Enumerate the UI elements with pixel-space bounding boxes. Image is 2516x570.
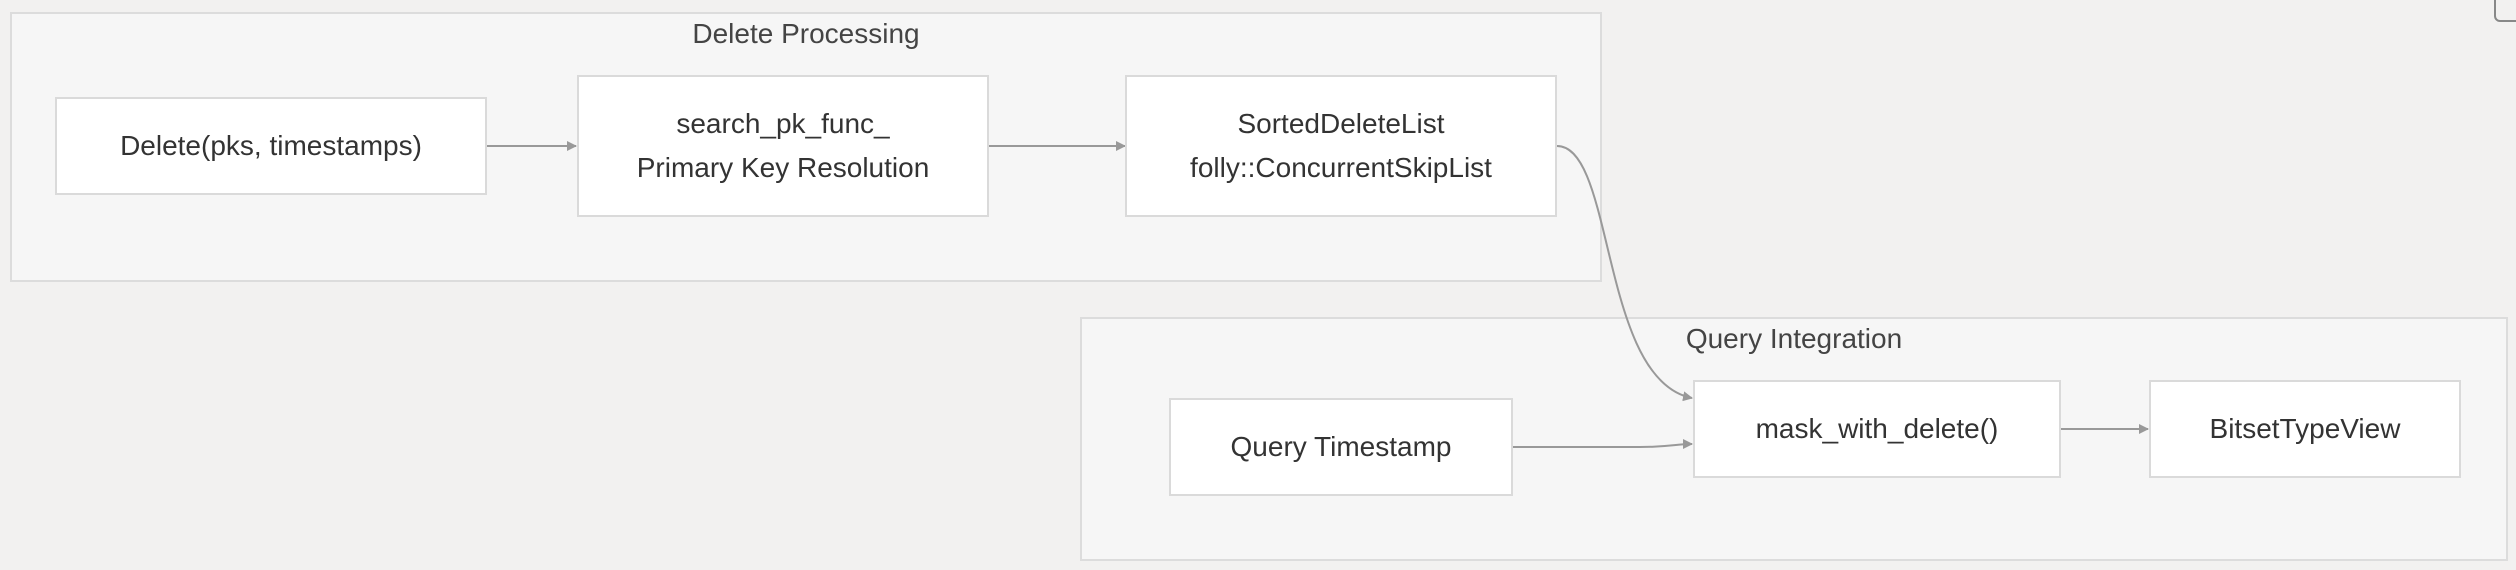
node-mask-with-delete: mask_with_delete() (1693, 380, 2061, 478)
node-search-pk-func-line-2: Primary Key Resolution (636, 152, 930, 183)
node-search-pk-func: search_pk_func_ Primary Key Resolution (577, 75, 989, 217)
node-sorted-delete-list-line-1: SortedDeleteList (1237, 108, 1445, 139)
node-mask-with-delete-line-1: mask_with_delete() (1755, 413, 1999, 444)
node-sorted-delete-list: SortedDeleteList folly::ConcurrentSkipLi… (1125, 75, 1557, 217)
node-delete-call-line-1: Delete(pks, timestamps) (120, 130, 422, 161)
edge-query-timestamp-to-mask (1513, 439, 1693, 450)
node-delete-call: Delete(pks, timestamps) (55, 97, 487, 195)
node-sorted-delete-list-line-2: folly::ConcurrentSkipList (1190, 152, 1492, 183)
expand-icon[interactable] (2494, 0, 2516, 22)
node-query-timestamp-line-1: Query Timestamp (1230, 431, 1452, 462)
edge-sorted-delete-list-to-mask (1556, 145, 1693, 402)
node-search-pk-func-line-1: search_pk_func_ (676, 108, 890, 139)
node-bitset-type-view-line-1: BitsetTypeView (2209, 413, 2401, 444)
node-bitset-type-view: BitsetTypeView (2149, 380, 2461, 478)
node-query-timestamp: Query Timestamp (1169, 398, 1513, 496)
